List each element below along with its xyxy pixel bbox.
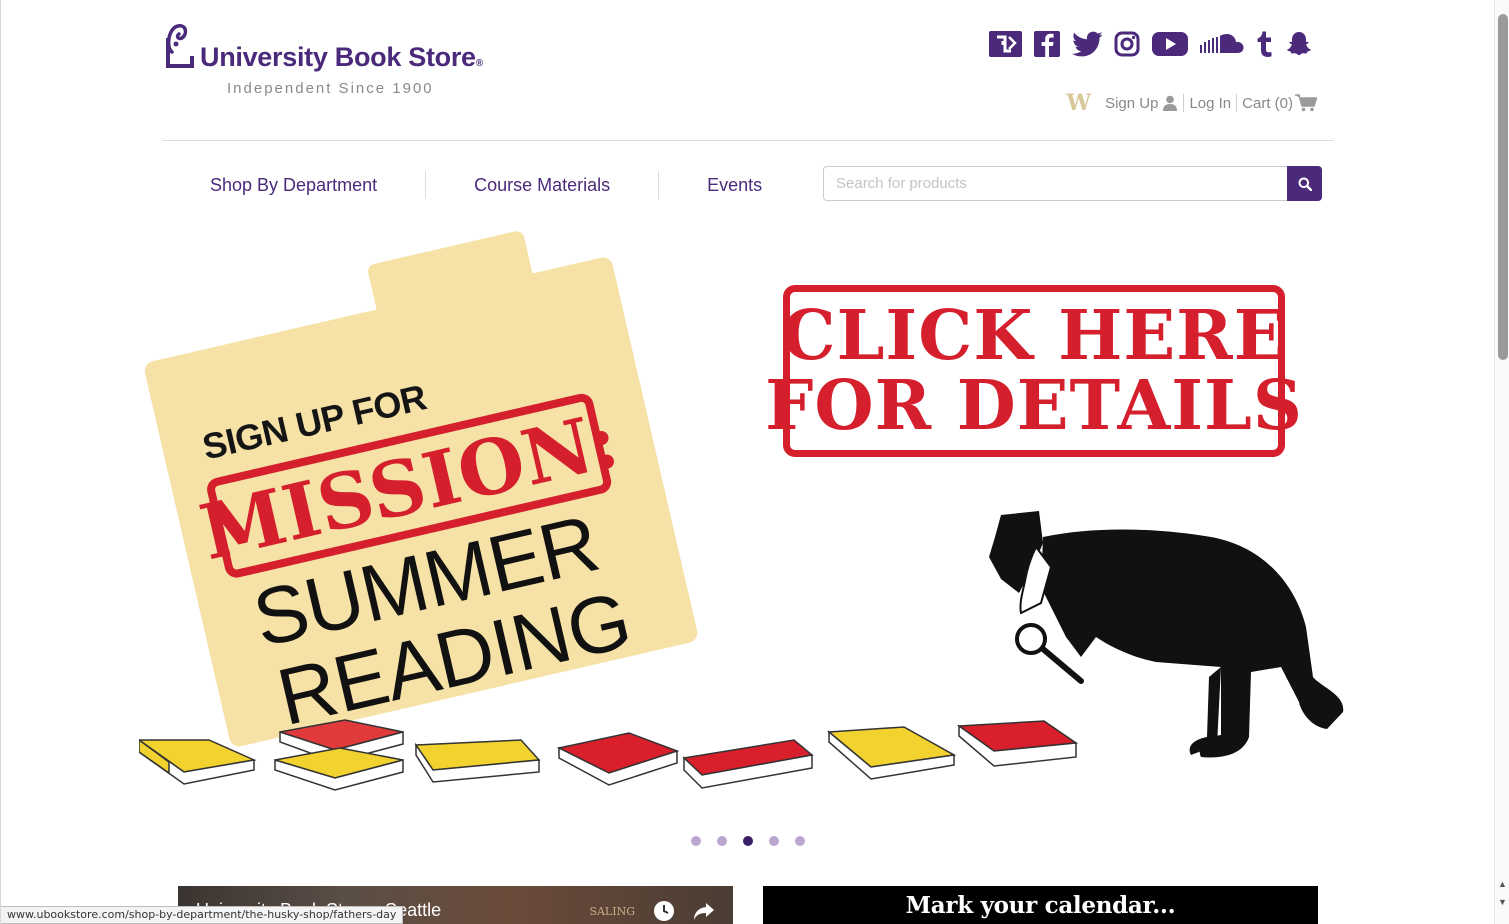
for-details-text: FOR DETAILS [765, 366, 1303, 446]
tumblr-icon[interactable] [1256, 29, 1274, 59]
books-trail-icon [139, 719, 1079, 791]
search-icon [1298, 177, 1312, 191]
nav-course-materials[interactable]: Course Materials [426, 171, 658, 199]
calendar-title: Mark your calendar... [905, 891, 1176, 919]
carousel-indicators [691, 836, 805, 846]
scrollbar-thumb[interactable] [1498, 14, 1508, 360]
store-logo[interactable]: University Book Store® Independent Since… [162, 18, 483, 98]
cart-icon [1295, 94, 1317, 112]
cart-label: Cart (0) [1242, 94, 1293, 112]
ubs-logo-mark-icon [166, 24, 194, 68]
hero-banner[interactable]: SIGN UP FOR MISSION: SUMMER READING CLIC… [131, 229, 1361, 825]
search-input[interactable] [823, 166, 1287, 201]
snapchat-icon[interactable] [1286, 29, 1312, 59]
video-watermark-text: SALING [589, 904, 635, 918]
store-name: University Book Store® [200, 42, 483, 73]
soundcloud-icon[interactable] [1200, 29, 1244, 59]
facebook-icon[interactable] [1034, 29, 1060, 59]
browser-status-url: www.ubookstore.com/shop-by-department/th… [1, 906, 404, 924]
share-arrow-icon[interactable] [693, 901, 715, 921]
search-button[interactable] [1287, 166, 1322, 201]
sign-up-label: Sign Up [1105, 94, 1159, 112]
store-name-text: University Book Store [200, 42, 476, 72]
main-nav: Shop By Department Course Materials Even… [162, 166, 810, 204]
registered-mark: ® [475, 58, 483, 69]
calendar-banner[interactable]: Mark your calendar... [763, 886, 1318, 924]
click-here-stamp[interactable]: CLICK HERE FOR DETAILS [765, 285, 1302, 457]
folder-body: SIGN UP FOR MISSION: SUMMER READING [133, 212, 700, 749]
carousel-dot-3-active[interactable] [743, 836, 753, 846]
user-icon [1163, 95, 1178, 111]
account-separator [1236, 94, 1238, 112]
carousel-dot-2[interactable] [717, 836, 727, 846]
account-separator [1183, 94, 1185, 112]
sign-up-link[interactable]: Sign Up [1105, 95, 1178, 112]
carousel-dot-5[interactable] [795, 836, 805, 846]
folder-main: SIGN UP FOR MISSION: SUMMER READING [142, 255, 700, 749]
ubs-icon[interactable] [989, 29, 1022, 59]
product-search [823, 166, 1322, 201]
twitter-icon[interactable] [1072, 29, 1102, 59]
scroll-down-arrow-icon[interactable]: ▼ [1498, 898, 1507, 907]
cart-link[interactable]: Cart (0) [1242, 94, 1317, 112]
summer-reading-folder: SIGN UP FOR MISSION: SUMMER READING [142, 229, 700, 749]
log-in-link[interactable]: Log In [1189, 95, 1231, 112]
nav-shop-by-department[interactable]: Shop By Department [162, 171, 425, 199]
carousel-dot-4[interactable] [769, 836, 779, 846]
page-scrollbar[interactable]: ▲ ▼ [1494, 0, 1509, 924]
husky-w-icon[interactable]: W [1066, 92, 1091, 114]
account-links: W Sign Up Log In Cart (0) [1066, 92, 1317, 114]
header-divider [162, 140, 1334, 141]
social-links [989, 28, 1324, 60]
store-tagline: Independent Since 1900 [227, 80, 434, 97]
page: University Book Store® Independent Since… [0, 0, 1509, 924]
scroll-up-arrow-icon[interactable]: ▲ [1498, 880, 1507, 889]
youtube-icon[interactable] [1152, 29, 1188, 59]
carousel-dot-1[interactable] [691, 836, 701, 846]
click-here-text: CLICK HERE [781, 296, 1287, 376]
nav-events[interactable]: Events [659, 171, 810, 199]
instagram-icon[interactable] [1114, 29, 1140, 59]
video-controls: SALING [589, 900, 715, 922]
watch-later-clock-icon[interactable] [653, 900, 675, 922]
